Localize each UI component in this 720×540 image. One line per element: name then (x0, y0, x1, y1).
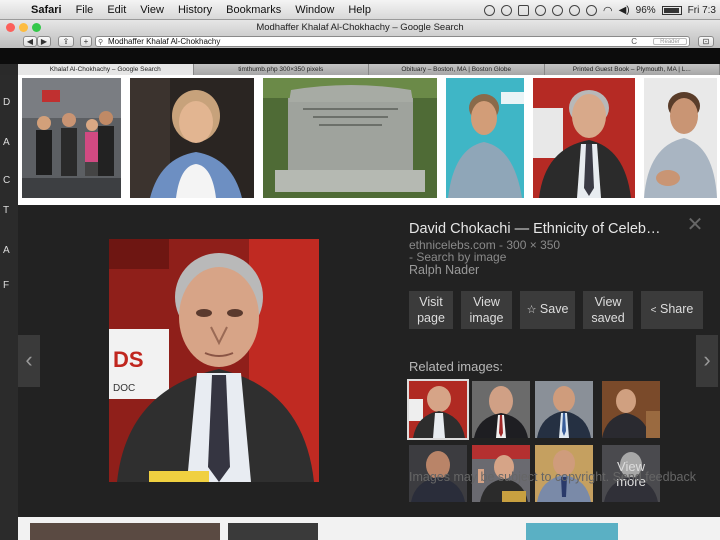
edge-letter: C (3, 175, 11, 186)
bluetooth-icon[interactable] (586, 4, 597, 16)
menu-view[interactable]: View (133, 4, 171, 16)
preview-title-link[interactable]: David Chokachi — Ethnicity of Celeb… (409, 221, 704, 237)
battery-percent: 96% (635, 4, 656, 16)
view-saved-button[interactable]: View saved (583, 291, 633, 329)
result-thumbnail[interactable] (228, 523, 318, 540)
share-icon: < (650, 305, 657, 316)
status-icon[interactable] (484, 4, 495, 16)
menu-bookmarks[interactable]: Bookmarks (219, 4, 288, 16)
edge-letter: A (3, 137, 10, 148)
preview-main-image[interactable]: DS DOC (109, 239, 319, 482)
svg-text:DOC: DOC (113, 383, 135, 394)
related-images-label: Related images: (409, 359, 503, 374)
visit-page-label: Visit (419, 295, 443, 309)
view-image-label: image (469, 311, 504, 325)
next-image-button[interactable]: › (696, 335, 718, 387)
status-icon[interactable] (552, 4, 563, 16)
related-image[interactable] (407, 379, 469, 440)
visit-page-button[interactable]: Visit page (409, 291, 453, 329)
window-controls (6, 23, 41, 32)
browser-toolbar: ◀ ▶ ⇪ + ⚲ Modhaffer Khalaf Al-Chokhachy … (0, 36, 720, 48)
address-text: Modhaffer Khalaf Al-Chokhachy (108, 37, 221, 46)
edge-letter: A (3, 245, 10, 256)
view-image-label: View (473, 295, 500, 309)
close-window-button[interactable] (6, 23, 15, 32)
reader-button[interactable]: Reader (653, 38, 687, 45)
result-thumbnail[interactable] (30, 523, 220, 540)
status-icon[interactable] (535, 4, 546, 16)
results-below-preview (18, 517, 720, 540)
menu-edit[interactable]: Edit (100, 4, 133, 16)
share-toolbar-button[interactable]: ⇪ (58, 36, 74, 47)
status-icon[interactable] (569, 4, 580, 16)
related-image[interactable] (472, 381, 530, 438)
related-image[interactable] (535, 381, 593, 438)
edge-letter: D (3, 97, 11, 108)
menu-safari[interactable]: Safari (24, 4, 69, 16)
status-icon[interactable] (501, 4, 512, 16)
menu-file[interactable]: File (69, 4, 101, 16)
menu-help[interactable]: Help (341, 4, 378, 16)
reload-button[interactable]: C (631, 37, 637, 46)
minimize-window-button[interactable] (19, 23, 28, 32)
copyright-notice[interactable]: Images may be subject to copyright. Send… (409, 470, 709, 485)
tab-obituary[interactable]: Obituary – Boston, MA | Boston Globe (369, 64, 545, 75)
save-label: Save (539, 302, 569, 316)
search-icon: ⚲ (98, 39, 104, 46)
result-thumbnail[interactable] (526, 523, 618, 540)
share-label: Share (659, 302, 694, 316)
preview-subject[interactable]: Ralph Nader (409, 263, 704, 277)
svg-text:DS: DS (113, 347, 144, 372)
tabs-icon: ⊡ (702, 37, 710, 46)
battery-icon[interactable] (661, 5, 682, 15)
image-results-strip (18, 75, 720, 205)
preview-info: David Chokachi — Ethnicity of Celeb… eth… (409, 221, 704, 277)
menu-history[interactable]: History (171, 4, 219, 16)
related-image[interactable] (602, 381, 660, 438)
share-button[interactable]: < Share (641, 291, 703, 329)
view-saved-label: View (594, 295, 622, 309)
view-saved-label: saved (591, 311, 625, 325)
clock[interactable]: Fri 7:3 (688, 5, 716, 16)
result-thumbnail[interactable] (533, 78, 635, 198)
save-button[interactable]: ☆ Save (520, 291, 575, 329)
tab-timthumb[interactable]: timthumb.php 300×350 pixels (193, 64, 369, 75)
star-icon: ☆ (526, 304, 537, 316)
edge-letter: F (3, 280, 10, 291)
result-thumbnail[interactable] (644, 78, 717, 198)
result-thumbnail[interactable] (263, 78, 437, 198)
back-button[interactable]: ◀ (23, 36, 37, 47)
tab-bar: Khalaf Al-Chokhachy – Google Search timt… (18, 64, 720, 75)
tab-google-search[interactable]: Khalaf Al-Chokhachy – Google Search (18, 64, 194, 75)
wifi-icon[interactable]: ◠ (603, 4, 613, 17)
volume-icon[interactable]: ◀) (619, 5, 630, 16)
result-thumbnail[interactable] (130, 78, 254, 198)
visit-page-label: page (417, 311, 445, 325)
image-preview-panel: ‹ › DS DOC David Chokachi — Ethnicity of… (18, 205, 720, 517)
close-icon[interactable]: ✕ (686, 215, 704, 235)
add-bookmark-button[interactable]: + (80, 36, 92, 47)
menu-bar: Safari File Edit View History Bookmarks … (0, 0, 720, 20)
result-thumbnail[interactable] (22, 78, 121, 198)
status-area: ◠ ◀) 96% Fri 7:3 (484, 0, 716, 20)
previous-image-button[interactable]: ‹ (18, 335, 40, 387)
edge-letter: T (3, 205, 10, 216)
address-bar[interactable]: ⚲ Modhaffer Khalaf Al-Chokhachy C Reader (95, 36, 690, 47)
view-image-button[interactable]: View image (461, 291, 512, 329)
status-icon[interactable] (518, 4, 529, 16)
window-titlebar: Modhaffer Khalaf Al-Chokhachy – Google S… (0, 20, 720, 36)
forward-button[interactable]: ▶ (37, 36, 51, 47)
tabs-overview-button[interactable]: ⊡ (698, 36, 714, 47)
menu-window[interactable]: Window (288, 4, 341, 16)
share-icon: ⇪ (62, 37, 70, 46)
zoom-window-button[interactable] (32, 23, 41, 32)
toolbar-separator (0, 48, 720, 64)
search-by-image-link[interactable]: - Search by image (409, 250, 704, 264)
window-title: Modhaffer Khalaf Al-Chokhachy – Google S… (256, 22, 464, 33)
result-thumbnail[interactable] (446, 78, 524, 198)
page-left-edge: D A C T A F (0, 75, 18, 540)
tab-guest-book[interactable]: Printed Guest Book – Plymouth, MA | L... (544, 64, 720, 75)
